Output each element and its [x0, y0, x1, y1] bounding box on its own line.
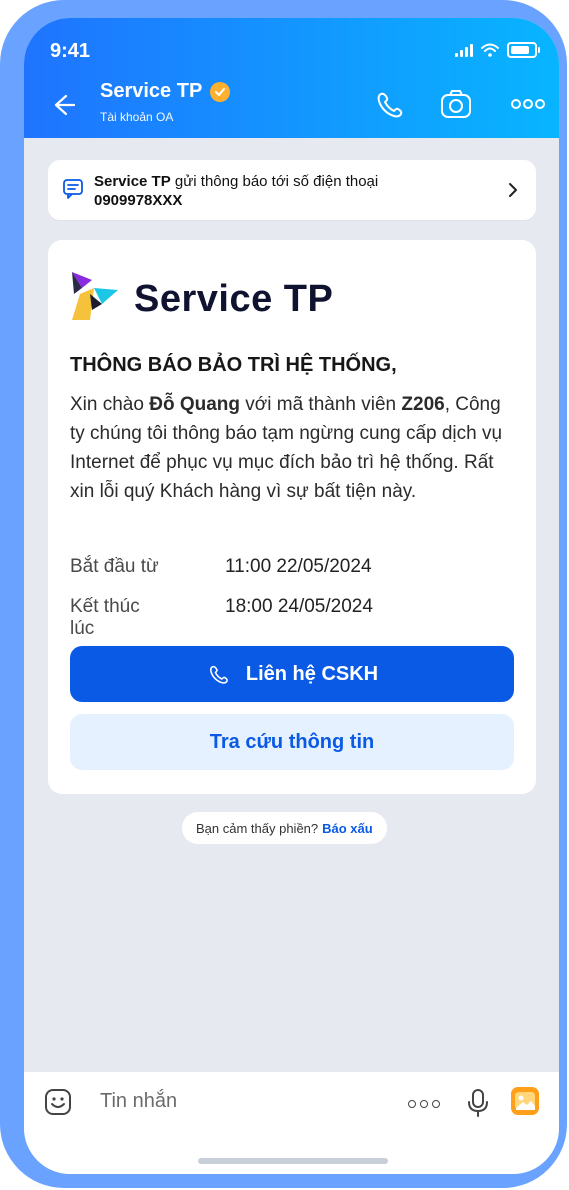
start-value: 11:00 22/05/2024 — [225, 556, 372, 577]
chevron-right-icon — [509, 183, 517, 197]
message-body: Xin chào Đỗ Quang với mã thành viên Z206… — [70, 390, 520, 506]
message-icon — [63, 179, 83, 199]
message-input[interactable]: Tin nhắn — [100, 1090, 177, 1113]
feedback-text: Bạn cảm thấy phiền? — [196, 820, 319, 836]
phone-screen: 9:41 Service TP Tài khoản OA Service TP … — [24, 18, 559, 1174]
chat-header: 9:41 Service TP Tài khoản OA — [24, 18, 559, 138]
contact-support-button[interactable]: Liên hệ CSKH — [70, 646, 514, 702]
back-button[interactable] — [44, 88, 78, 122]
start-time-row: Bắt đầu từ 11:00 22/05/2024 — [70, 556, 372, 578]
wifi-icon — [481, 43, 499, 57]
contact-support-label: Liên hệ CSKH — [245, 662, 379, 685]
lookup-info-button[interactable]: Tra cứu thông tin — [70, 714, 514, 770]
phone-frame: 9:41 Service TP Tài khoản OA Service TP … — [0, 0, 567, 1188]
signal-icon — [455, 43, 473, 57]
notice-text: Service TP gửi thông báo tới số điện tho… — [94, 172, 500, 210]
brand-name: Service TP — [134, 278, 334, 320]
mic-icon[interactable] — [464, 1088, 492, 1118]
end-label: Kết thúc lúc — [70, 596, 140, 639]
emoji-icon[interactable] — [44, 1088, 72, 1116]
chat-title[interactable]: Service TP — [100, 80, 231, 103]
report-link[interactable]: Báo xấu — [322, 821, 373, 836]
account-name: Service TP — [100, 80, 203, 102]
greeting-suffix: , — [444, 394, 450, 415]
camera-button[interactable] — [438, 86, 474, 122]
greeting-prefix: Xin chào — [70, 394, 150, 415]
image-icon[interactable] — [510, 1086, 540, 1116]
greeting-mid: với mã thành viên — [240, 394, 402, 415]
notice-phone: 0909978XXX — [94, 192, 183, 209]
end-time-row: Kết thúc lúc 18:00 24/05/2024 — [70, 596, 373, 640]
member-code: Z206 — [401, 394, 445, 415]
status-time: 9:41 — [50, 40, 91, 62]
notification-heading: THÔNG BÁO BẢO TRÌ HỆ THỐNG, — [70, 354, 397, 376]
notice-sender: Service TP — [94, 173, 171, 190]
verified-badge-icon — [210, 81, 231, 102]
service-tp-logo — [72, 272, 118, 320]
notice-banner[interactable]: Service TP gửi thông báo tới số điện tho… — [48, 160, 536, 220]
more-button[interactable] — [508, 86, 548, 122]
status-icons — [455, 42, 540, 58]
account-subtitle: Tài khoản OA — [100, 110, 174, 124]
message-card: Service TP THÔNG BÁO BẢO TRÌ HỆ THỐNG, X… — [48, 240, 536, 794]
battery-icon — [507, 42, 540, 58]
home-indicator — [198, 1158, 388, 1164]
start-label: Bắt đầu từ — [70, 556, 159, 577]
more-options-icon[interactable] — [408, 1100, 440, 1108]
phone-icon — [209, 665, 228, 684]
notice-message: gửi thông báo tới số điện thoại — [170, 173, 379, 190]
lookup-info-label: Tra cứu thông tin — [209, 730, 375, 753]
end-value: 18:00 24/05/2024 — [225, 596, 373, 617]
feedback-pill: Bạn cảm thấy phiền? Báo xấu — [182, 812, 387, 844]
customer-name: Đỗ Quang — [149, 394, 241, 415]
call-button[interactable] — [372, 86, 408, 122]
